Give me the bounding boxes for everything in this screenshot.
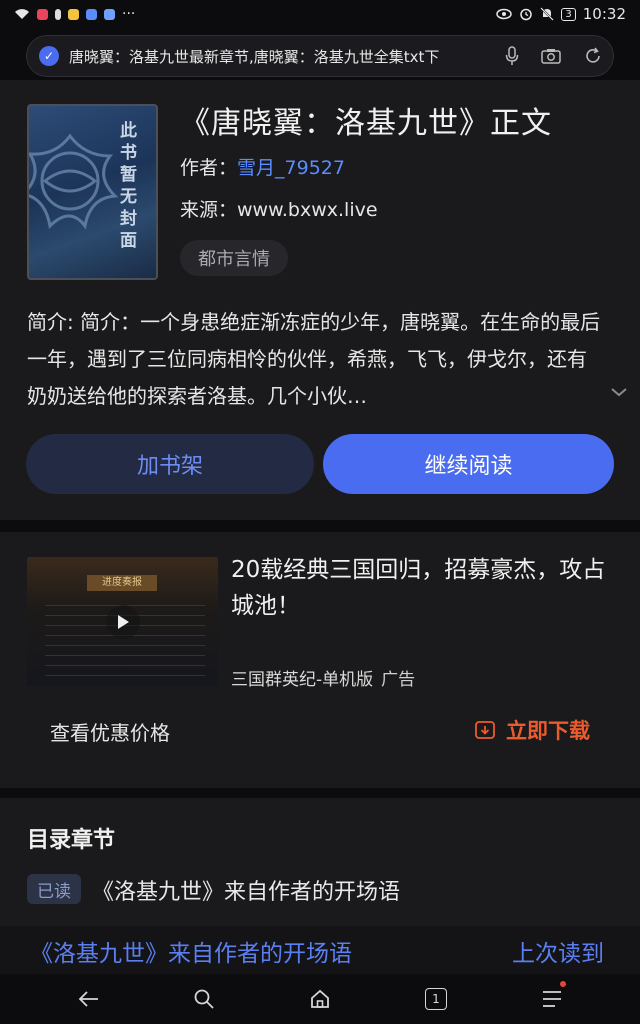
- more-notifications-icon: ···: [122, 6, 136, 22]
- download-button[interactable]: 立即下载: [474, 715, 590, 745]
- add-to-shelf-button[interactable]: 加书架: [26, 434, 314, 494]
- bottom-navigation: 1: [0, 974, 640, 1024]
- view-price-link[interactable]: 查看优惠价格: [50, 717, 170, 746]
- source-value: www.bxwx.live: [237, 199, 378, 221]
- source-label: 来源：: [180, 199, 238, 221]
- author-row: 作者：雪月_79527: [180, 153, 345, 180]
- last-read-chapter[interactable]: 《洛基九世》来自作者的开场语: [30, 934, 352, 968]
- back-arrow-icon: [78, 991, 98, 1007]
- ad-video-thumbnail[interactable]: 进度奏报: [27, 557, 218, 686]
- app-notification-icon: [86, 8, 97, 20]
- menu-button[interactable]: [532, 979, 572, 1019]
- ad-source: 三国群英纪-单机版: [231, 670, 374, 690]
- ad-card: 进度奏报 20载经典三国回归，招募豪杰，攻占城池！ 三国群英纪-单机版 广告 查看…: [0, 532, 640, 788]
- app-notification-icon: [104, 8, 115, 20]
- download-label: 立即下载: [506, 719, 590, 743]
- wifi-icon: [15, 9, 29, 19]
- download-icon: [475, 721, 495, 739]
- book-cover[interactable]: 此书暂无封面: [27, 104, 158, 280]
- ad-source-row: 三国群英纪-单机版 广告: [231, 665, 415, 690]
- alarm-icon: [520, 8, 533, 21]
- last-read-bar[interactable]: 《洛基九世》来自作者的开场语 上次读到: [0, 926, 640, 974]
- cover-placeholder-text: 此书暂无封面: [120, 121, 137, 251]
- address-bar-actions: [505, 46, 603, 66]
- mute-icon: [540, 7, 555, 21]
- chevron-down-icon[interactable]: [610, 386, 628, 398]
- address-bar[interactable]: ✓ 唐晓翼：洛基九世最新章节,唐晓翼：洛基九世全集txt下: [26, 35, 614, 77]
- cover-ornament: [29, 133, 119, 230]
- browser-page: ··· 3 10:32 ✓ 唐晓翼：洛基九世最新章节,唐晓翼：洛基九世全集txt…: [0, 0, 640, 1024]
- camera-icon[interactable]: [541, 48, 561, 64]
- genre-tag[interactable]: 都市言情: [180, 240, 288, 276]
- ad-title[interactable]: 20载经典三国回归，招募豪杰，攻占城池！: [231, 552, 611, 624]
- continue-reading-button[interactable]: 继续阅读: [323, 434, 614, 494]
- read-badge: 已读: [27, 874, 81, 904]
- status-left: ···: [14, 6, 135, 22]
- microphone-icon[interactable]: [505, 46, 519, 66]
- toc-heading: 目录章节: [27, 828, 116, 853]
- book-title: 《唐晓翼：洛基九世》正文: [180, 106, 552, 141]
- battery-level: 3: [561, 7, 576, 21]
- search-icon: [194, 989, 214, 1009]
- tab-count: 1: [425, 988, 447, 1010]
- last-read-label[interactable]: 上次读到: [512, 934, 604, 968]
- app-notification-icon: [68, 8, 79, 20]
- ad-video-caption: 进度奏报: [87, 575, 157, 591]
- clock: 10:32: [582, 5, 626, 23]
- status-bar: ··· 3 10:32: [0, 0, 640, 28]
- address-text[interactable]: 唐晓翼：洛基九世最新章节,唐晓翼：洛基九世全集txt下: [69, 46, 491, 67]
- book-info-card: 此书暂无封面 《唐晓翼：洛基九世》正文 作者：雪月_79527 来源：www.b…: [0, 80, 640, 520]
- source-row: 来源：www.bxwx.live: [180, 195, 378, 222]
- refresh-icon[interactable]: [583, 46, 603, 66]
- author-link[interactable]: 雪月_79527: [237, 157, 345, 179]
- eye-icon: [496, 8, 513, 20]
- tabs-button[interactable]: 1: [416, 979, 456, 1019]
- toc-chapter-item[interactable]: 《洛基九世》来自作者的开场语: [92, 874, 400, 906]
- book-intro[interactable]: 简介: 简介：一个身患绝症渐冻症的少年，唐晓翼。在生命的最后一年，遇到了三位同病…: [27, 304, 602, 415]
- app-notification-icon: [55, 8, 61, 20]
- notification-dot: [560, 981, 566, 987]
- home-icon: [311, 989, 329, 1008]
- ad-label: 广告: [381, 670, 416, 690]
- security-shield-icon: ✓: [39, 46, 59, 66]
- author-label: 作者：: [180, 157, 238, 179]
- menu-icon: [543, 991, 561, 1007]
- back-button[interactable]: [68, 979, 108, 1019]
- app-notification-icon: [37, 8, 48, 20]
- search-button[interactable]: [184, 979, 224, 1019]
- play-icon[interactable]: [106, 605, 140, 639]
- status-right: 3 10:32: [496, 5, 626, 23]
- home-button[interactable]: [300, 979, 340, 1019]
